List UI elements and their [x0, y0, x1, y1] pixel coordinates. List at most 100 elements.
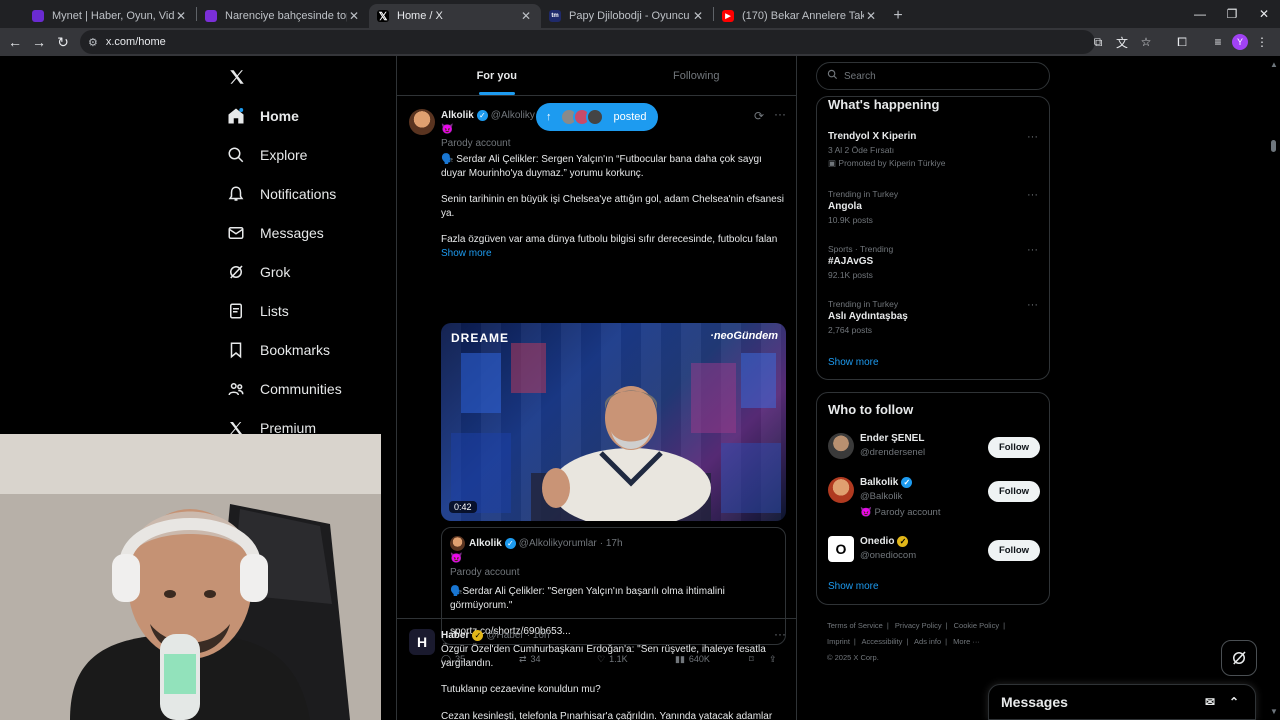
video-frame-graphic — [451, 343, 781, 521]
quote-text: 🗣️Serdar Ali Çelikler: "Sergen Yalçın'ın… — [450, 586, 725, 611]
avatar[interactable]: H — [409, 629, 435, 655]
post-haber[interactable]: H Haber ✓ @Haber · 16h Özgür Özel'den Cu… — [397, 619, 796, 720]
nav-notifications[interactable]: Notifications — [226, 179, 336, 209]
messages-drawer[interactable]: Messages ✉ ⌃ — [988, 684, 1256, 720]
nav-bookmarks[interactable]: Bookmarks — [226, 335, 330, 365]
footer-link[interactable]: Imprint — [827, 637, 850, 646]
page-scrollbar[interactable]: ▲ ▼ — [1268, 56, 1280, 720]
back-icon[interactable]: ← — [3, 34, 27, 50]
trend-item[interactable]: Trendyol X Kiperin 3 Al 2 Öde Fırsatı ▣ … — [828, 131, 1040, 169]
footer-link[interactable]: Accessibility — [862, 637, 903, 646]
emoji-line: 😈 — [450, 553, 463, 564]
avatar[interactable] — [409, 109, 435, 135]
nav-explore[interactable]: Explore — [226, 140, 307, 170]
close-window-icon[interactable]: ✕ — [1248, 0, 1280, 28]
follow-suggestion[interactable]: Balkolik ✓ @Balkolik 😈 Parody account Fol… — [828, 477, 1040, 533]
author-name[interactable]: Alkolik — [441, 110, 474, 121]
author-handle[interactable]: @Alkoliky — [491, 110, 535, 121]
address-toolbar: ← → ↻ ⚙ x.com/home ⧉ 文 ☆ ⧠ ≡ Y ⋮ — [0, 28, 1280, 56]
follow-button[interactable]: Follow — [988, 481, 1040, 502]
scrollbar-thumb[interactable] — [1271, 140, 1276, 152]
expand-chevron-icon[interactable]: ⌃ — [1229, 695, 1239, 709]
restore-icon[interactable]: ❐ — [1216, 0, 1248, 28]
browser-tab-strip: Mynet | Haber, Oyun, Video, Sp ✕ Narenci… — [0, 0, 1280, 28]
nav-label: Lists — [260, 303, 289, 319]
onedio-logo-icon: O — [828, 536, 854, 562]
user-name: Balkolik — [860, 477, 899, 488]
browser-tab[interactable]: Mynet | Haber, Oyun, Video, Sp ✕ — [24, 4, 196, 28]
extensions-icon[interactable]: ⧠ — [1172, 32, 1192, 52]
address-bar[interactable]: ⚙ x.com/home — [80, 30, 1095, 54]
new-message-icon[interactable]: ✉ — [1205, 695, 1215, 709]
profile-avatar-icon[interactable]: Y — [1232, 34, 1248, 50]
footer-link[interactable]: Terms of Service — [827, 621, 883, 630]
show-more-link[interactable]: Show more — [828, 357, 879, 368]
show-more-link[interactable]: Show more — [828, 581, 879, 592]
author-handle[interactable]: @Haber — [486, 630, 523, 641]
nav-lists[interactable]: Lists — [226, 296, 289, 326]
timeline-tabs: For you Following — [397, 56, 796, 96]
nav-messages[interactable]: Messages — [226, 218, 324, 248]
new-posts-pill[interactable]: ↑ posted — [536, 103, 658, 131]
nav-home[interactable]: Home — [226, 101, 299, 131]
close-tab-icon[interactable]: ✕ — [691, 9, 705, 23]
browser-tab-active[interactable]: 𝕏 Home / X ✕ — [369, 4, 541, 28]
video-player[interactable]: DREAME ·neoGündem 0:42 — [441, 323, 786, 521]
footer-link[interactable]: Cookie Policy — [954, 621, 999, 630]
footer-more-link[interactable]: More ··· — [953, 637, 980, 646]
follow-button[interactable]: Follow — [988, 437, 1040, 458]
scroll-up-icon[interactable]: ▲ — [1270, 60, 1278, 69]
author-name[interactable]: Haber — [441, 630, 469, 641]
site-info-icon[interactable]: ⚙ — [88, 36, 98, 49]
install-app-icon[interactable]: ⧉ — [1088, 32, 1108, 52]
tab-for-you[interactable]: For you — [397, 56, 597, 95]
show-more-link[interactable]: Show more — [441, 247, 786, 261]
more-options-icon[interactable]: ··· — [1027, 189, 1038, 201]
tm-favicon-icon: tm — [549, 10, 561, 22]
footer-link[interactable]: Ads info — [914, 637, 941, 646]
grok-explain-icon[interactable]: ⟳ — [754, 109, 764, 123]
nav-grok[interactable]: Grok — [226, 257, 290, 287]
trend-title: Angola — [828, 201, 862, 212]
translate-icon[interactable]: 文 — [1112, 32, 1132, 52]
footer-link[interactable]: Privacy Policy — [895, 621, 942, 630]
communities-icon — [226, 379, 246, 399]
media-control-icon[interactable]: ≡ — [1208, 32, 1228, 52]
trend-item[interactable]: Sports · Trending #AJAvGS 92.1K posts ··… — [828, 244, 1040, 280]
bookmark-star-icon[interactable]: ☆ — [1136, 32, 1156, 52]
close-tab-icon[interactable]: ✕ — [347, 9, 361, 23]
more-options-icon[interactable]: ··· — [774, 107, 786, 121]
grok-floating-button[interactable] — [1221, 640, 1257, 676]
new-tab-button[interactable]: + — [886, 4, 910, 28]
mail-icon — [226, 223, 246, 243]
post-text: Özgür Özel'den Cumhurbaşkanı Erdoğan'a: … — [441, 644, 766, 669]
minimize-icon[interactable]: — — [1184, 0, 1216, 28]
scroll-down-icon[interactable]: ▼ — [1270, 707, 1278, 716]
browser-tab[interactable]: ▶ (170) Bekar Annelere Takıntılı O ✕ — [714, 4, 886, 28]
browser-extensions: ⧉ 文 ☆ ⧠ ≡ Y ⋮ — [1088, 28, 1272, 56]
url-text: x.com/home — [105, 36, 166, 48]
close-tab-icon[interactable]: ✕ — [519, 9, 533, 23]
x-logo-icon[interactable] — [228, 66, 246, 92]
follow-suggestion[interactable]: O Onedio ✓ @onediocom Follow — [828, 536, 1040, 580]
more-options-icon[interactable]: ··· — [774, 627, 786, 641]
browser-tab[interactable]: Narenciye bahçesinde toprağa ✕ — [197, 4, 369, 28]
more-options-icon[interactable]: ··· — [1027, 131, 1038, 143]
search-input[interactable]: Search — [816, 62, 1050, 90]
close-tab-icon[interactable]: ✕ — [864, 9, 878, 23]
follow-suggestion[interactable]: Ender ŞENEL @drendersenel Follow — [828, 433, 1040, 477]
close-tab-icon[interactable]: ✕ — [174, 9, 188, 23]
tab-following[interactable]: Following — [597, 56, 797, 95]
trend-count: 10.9K posts — [828, 215, 873, 225]
browser-menu-icon[interactable]: ⋮ — [1252, 32, 1272, 52]
trend-item[interactable]: Trending in Turkey Angola 10.9K posts ··… — [828, 189, 1040, 225]
browser-tab[interactable]: tm Papy Djilobodji - Oyuncu profi ✕ — [541, 4, 713, 28]
follow-button[interactable]: Follow — [988, 540, 1040, 561]
post-alkolik[interactable]: Alkolik ✓ @Alkoliky 😈 Parody account 🗣️ … — [397, 97, 796, 664]
forward-icon[interactable]: → — [27, 34, 51, 50]
trend-item[interactable]: Trending in Turkey Aslı Aydıntaşbaş 2,76… — [828, 299, 1040, 335]
reload-icon[interactable]: ↻ — [51, 34, 75, 51]
more-options-icon[interactable]: ··· — [1027, 244, 1038, 256]
more-options-icon[interactable]: ··· — [1027, 299, 1038, 311]
nav-communities[interactable]: Communities — [226, 374, 342, 404]
